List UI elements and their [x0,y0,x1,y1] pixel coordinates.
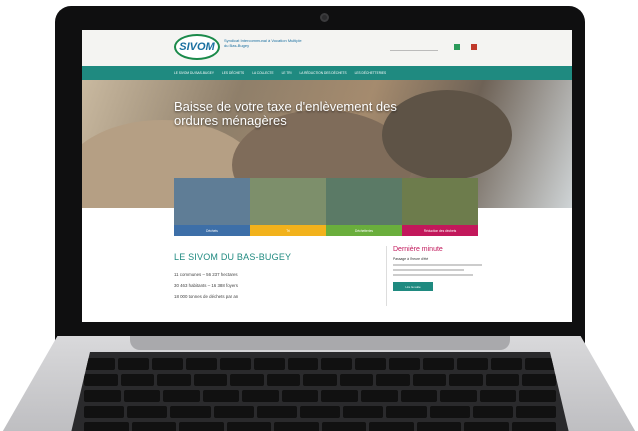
tile-image [326,178,402,225]
main-nav: LE SIVOM DU BAS-BUGEY LES DÉCHETS LA COL… [82,66,572,80]
social-icon[interactable] [454,44,460,50]
tile-image [250,178,326,225]
fact-line: 18 000 tonnes de déchets par an [174,294,239,299]
laptop-screen: SIVOM Syndicat Intercommunal à Vocation … [82,30,572,322]
news-text-line [393,264,482,266]
tile-tri[interactable]: Tri [250,178,326,236]
nav-item[interactable]: LES DÉCHETS [222,71,244,75]
logo-text: SIVOM [179,41,215,53]
laptop-scene: SIVOM Syndicat Intercommunal à Vocation … [0,0,638,431]
news-panel: Dernière minute Passage à l'heure d'été … [386,246,482,306]
search-input[interactable] [390,46,438,51]
fact-line: 30 463 habitants – 16 388 foyers [174,283,238,288]
keyboard [70,352,570,431]
nav-item[interactable]: LA COLLECTE [252,71,273,75]
nav-item[interactable]: LA RÉDUCTION DES DÉCHETS [300,71,347,75]
news-subtitle[interactable]: Passage à l'heure d'été [393,257,482,261]
tile-label: Réduction des déchets [402,225,478,236]
news-text-line [393,274,474,276]
tile-label: Déchets [174,225,250,236]
tile-label: Tri [250,225,326,236]
news-title: Dernière minute [393,246,443,253]
key-row [70,406,570,418]
tile-image [402,178,478,225]
site-header: SIVOM Syndicat Intercommunal à Vocation … [82,30,572,66]
nav-item[interactable]: LES DÉCHETTERIES [355,71,387,75]
social-icon[interactable] [471,44,477,50]
nav-item[interactable]: LE TRI [282,71,292,75]
tile-dechetteries[interactable]: Déchetteries [326,178,402,236]
section-heading: LE SIVOM DU BAS-BUGEY [174,252,292,262]
laptop-hinge [130,336,510,350]
organization-name: Syndicat Intercommunal à Vocation Multip… [224,38,302,48]
tile-dechets[interactable]: Déchets [174,178,250,236]
webcam [320,13,329,22]
tile-image [174,178,250,225]
key-row [70,374,570,386]
tile-reduction[interactable]: Réduction des déchets [402,178,478,236]
nav-item[interactable]: LE SIVOM DU BAS-BUGEY [174,71,214,75]
site-logo[interactable]: SIVOM [174,34,220,60]
hero-title[interactable]: Baisse de votre taxe d'enlèvement des or… [174,100,414,128]
read-more-button[interactable]: Lire la suite [393,282,433,291]
key-row [70,422,570,431]
key-row [70,390,570,402]
tile-label: Déchetteries [326,225,402,236]
news-text-line [393,269,465,271]
fact-line: 11 communes – 56 237 hectares [174,272,238,277]
category-tiles: Déchets Tri Déchetteries Réduction des d… [174,178,478,236]
key-row [70,358,570,370]
